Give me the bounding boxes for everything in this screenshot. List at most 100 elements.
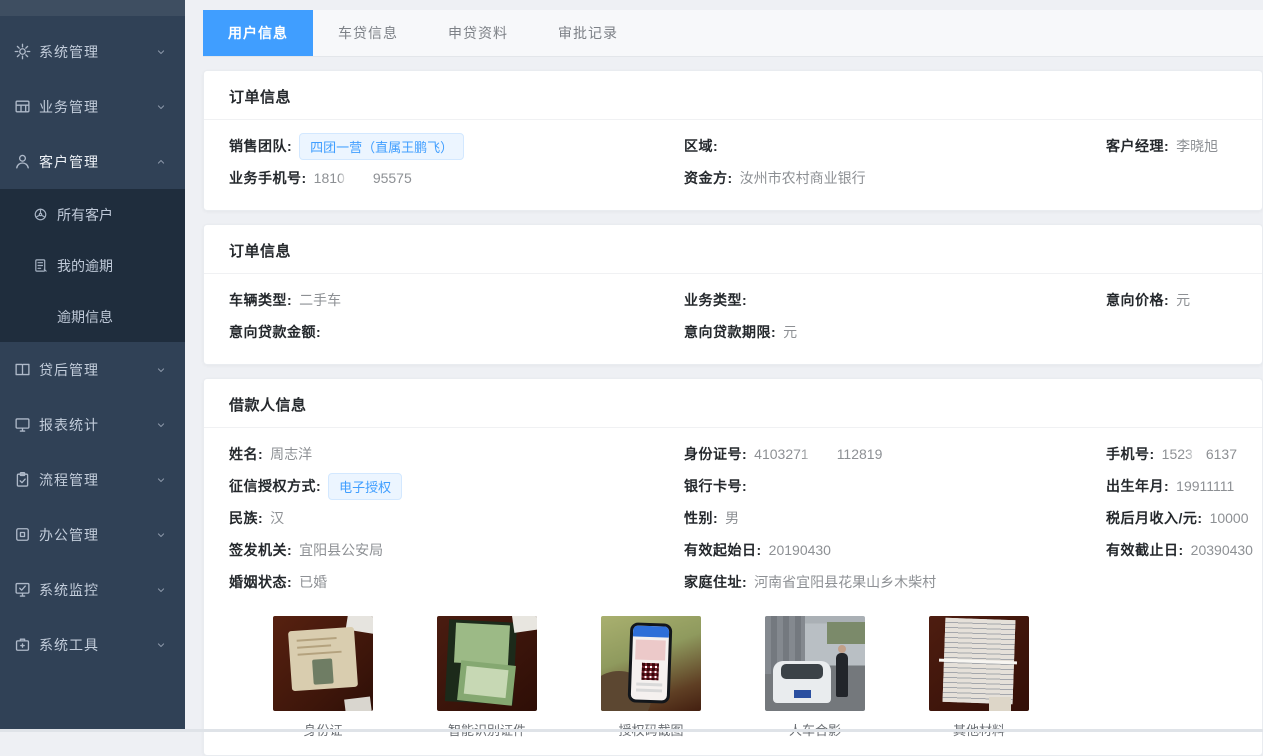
field-row: 签发机关:宜阳县公安局有效起始日:20190430有效截止日:20390430 bbox=[229, 534, 1237, 566]
field: 意向价格: 元 bbox=[1106, 290, 1237, 310]
sidebar-item-label: 业务管理 bbox=[39, 97, 155, 117]
field-label: 出生年月: bbox=[1106, 476, 1169, 496]
field-value: 95575 bbox=[373, 170, 412, 186]
grid-icon bbox=[14, 98, 31, 115]
photo-row: 身份证智能识别证件授权码截图人车合影其他材料 bbox=[229, 598, 1237, 739]
field-value: 元 bbox=[1176, 290, 1190, 310]
field-value: 112819 bbox=[837, 446, 883, 462]
chevron-down-icon bbox=[155, 46, 167, 58]
field-row: 意向贷款金额:意向贷款期限:元 bbox=[229, 316, 1237, 348]
sidebar-item-逾期信息[interactable]: 逾期信息 bbox=[0, 291, 185, 342]
green-booklet-photo[interactable]: 智能识别证件 bbox=[437, 616, 537, 739]
chevron-down-icon bbox=[155, 584, 167, 596]
field-label: 银行卡号: bbox=[684, 476, 747, 496]
field-label: 身份证号: bbox=[684, 444, 747, 464]
sidebar-item-办公管理[interactable]: 办公管理 bbox=[0, 507, 185, 562]
field-value: 6137 bbox=[1206, 446, 1237, 462]
field-label: 性别: bbox=[684, 508, 718, 528]
field: 出生年月: 19911111 bbox=[1106, 476, 1237, 496]
field-row: 业务手机号:181095575资金方:汝州市农村商业银行 bbox=[229, 162, 1237, 194]
sidebar-item-label: 办公管理 bbox=[39, 525, 155, 545]
sidebar-item-我的逾期[interactable]: 我的逾期 bbox=[0, 240, 185, 291]
redaction-blur bbox=[810, 447, 836, 462]
field-label: 区域: bbox=[684, 136, 718, 156]
field-row: 婚姻状态:已婚家庭住址:河南省宜阳县花果山乡木柴村 bbox=[229, 566, 1237, 598]
green-booklet-photo-thumbnail bbox=[437, 616, 537, 711]
field: 税后月收入/元:10000 bbox=[1106, 508, 1237, 528]
field: 签发机关:宜阳县公安局 bbox=[229, 540, 684, 560]
sidebar-item-label: 客户管理 bbox=[39, 152, 155, 172]
tag-value[interactable]: 四团一营（直属王鹏飞） bbox=[299, 133, 464, 160]
tab-审批记录[interactable]: 审批记录 bbox=[533, 10, 643, 56]
car-person-photo-thumbnail bbox=[765, 616, 865, 711]
id-card-photo[interactable]: 身份证 bbox=[273, 616, 373, 739]
field-value: 20190430 bbox=[769, 542, 831, 558]
field-label: 车辆类型: bbox=[229, 290, 292, 310]
sidebar-item-业务管理[interactable]: 业务管理 bbox=[0, 79, 185, 134]
field-label: 意向贷款期限: bbox=[684, 322, 776, 342]
field: 区域: bbox=[684, 136, 1106, 156]
field-value: 周志洋 bbox=[270, 444, 312, 464]
field-value: 20390430 bbox=[1191, 542, 1253, 558]
paper-doc-photo[interactable]: 其他材料 bbox=[929, 616, 1029, 739]
monitor-check-icon bbox=[14, 581, 31, 598]
field-value: 4103271 bbox=[754, 446, 809, 462]
sidebar-item-系统监控[interactable]: 系统监控 bbox=[0, 562, 185, 617]
sidebar-item-报表统计[interactable]: 报表统计 bbox=[0, 397, 185, 452]
field: 意向贷款金额: bbox=[229, 322, 684, 342]
field-value: 李晓旭 bbox=[1176, 136, 1218, 156]
field-label: 家庭住址: bbox=[684, 572, 747, 592]
sidebar-item-贷后管理[interactable]: 贷后管理 bbox=[0, 342, 185, 397]
sidebar-item-流程管理[interactable]: 流程管理 bbox=[0, 452, 185, 507]
book-icon bbox=[14, 361, 31, 378]
field-value: 男 bbox=[725, 508, 739, 528]
field: 姓名:周志洋 bbox=[229, 444, 684, 464]
field-label: 有效起始日: bbox=[684, 540, 762, 560]
field-value: 二手车 bbox=[299, 290, 341, 310]
chevron-down-icon bbox=[155, 364, 167, 376]
field-label: 意向价格: bbox=[1106, 290, 1169, 310]
square-icon bbox=[14, 526, 31, 543]
field-label: 有效截止日: bbox=[1106, 540, 1184, 560]
field-label: 业务类型: bbox=[684, 290, 747, 310]
field-row: 销售团队: 四团一营（直属王鹏飞） 区域: 客户经理: 李晓旭 bbox=[229, 130, 1237, 162]
field-value: 1523 bbox=[1162, 446, 1193, 462]
redaction-blur bbox=[1194, 447, 1205, 462]
field: 资金方:汝州市农村商业银行 bbox=[684, 168, 1106, 188]
card-借款人信息: 借款人信息姓名:周志洋身份证号:4103271112819手机号:1523613… bbox=[203, 378, 1263, 756]
field-row: 车辆类型: 二手车 业务类型: 意向价格: 元 bbox=[229, 284, 1237, 316]
tab-车贷信息[interactable]: 车贷信息 bbox=[313, 10, 423, 56]
chevron-up-icon bbox=[155, 156, 167, 168]
field-value: 19911111 bbox=[1176, 478, 1234, 494]
field-row: 民族:汉性别: 男 税后月收入/元:10000 bbox=[229, 502, 1237, 534]
car-person-photo[interactable]: 人车合影 bbox=[765, 616, 865, 739]
tab-用户信息[interactable]: 用户信息 bbox=[203, 10, 313, 56]
field-value: 河南省宜阳县花果山乡木柴村 bbox=[754, 572, 936, 592]
monitor-icon bbox=[14, 416, 31, 433]
sidebar-item-客户管理[interactable]: 客户管理 bbox=[0, 134, 185, 189]
sidebar-subitem-label: 逾期信息 bbox=[57, 307, 113, 327]
field-label: 手机号: bbox=[1106, 444, 1155, 464]
sidebar-item-系统管理[interactable]: 系统管理 bbox=[0, 24, 185, 79]
field: 业务手机号:181095575 bbox=[229, 168, 684, 188]
sidebar-submenu: 所有客户我的逾期逾期信息 bbox=[0, 189, 185, 342]
paper-doc-photo-thumbnail bbox=[929, 616, 1029, 711]
field-value: 已婚 bbox=[299, 572, 327, 592]
qr-auth-photo[interactable]: 授权码截图 bbox=[601, 616, 701, 739]
sidebar-item-所有客户[interactable]: 所有客户 bbox=[0, 189, 185, 240]
field: 销售团队: 四团一营（直属王鹏飞） bbox=[229, 133, 684, 160]
chevron-down-icon bbox=[155, 474, 167, 486]
field-label: 民族: bbox=[229, 508, 263, 528]
tab-bar: 用户信息车贷信息申贷资料审批记录 bbox=[203, 10, 1263, 57]
field-label: 客户经理: bbox=[1106, 136, 1169, 156]
chevron-down-icon bbox=[155, 639, 167, 651]
redaction-blur bbox=[346, 171, 372, 186]
toolbox-icon bbox=[14, 636, 31, 653]
field-label: 征信授权方式: bbox=[229, 476, 321, 496]
tag-value[interactable]: 电子授权 bbox=[328, 473, 402, 500]
field-label: 销售团队: bbox=[229, 136, 292, 156]
sidebar-item-系统工具[interactable]: 系统工具 bbox=[0, 617, 185, 672]
field: 民族:汉 bbox=[229, 508, 684, 528]
tab-申贷资料[interactable]: 申贷资料 bbox=[423, 10, 533, 56]
card-订单信息: 订单信息销售团队:四团一营（直属王鹏飞）区域:客户经理:李晓旭业务手机号:181… bbox=[203, 70, 1263, 211]
